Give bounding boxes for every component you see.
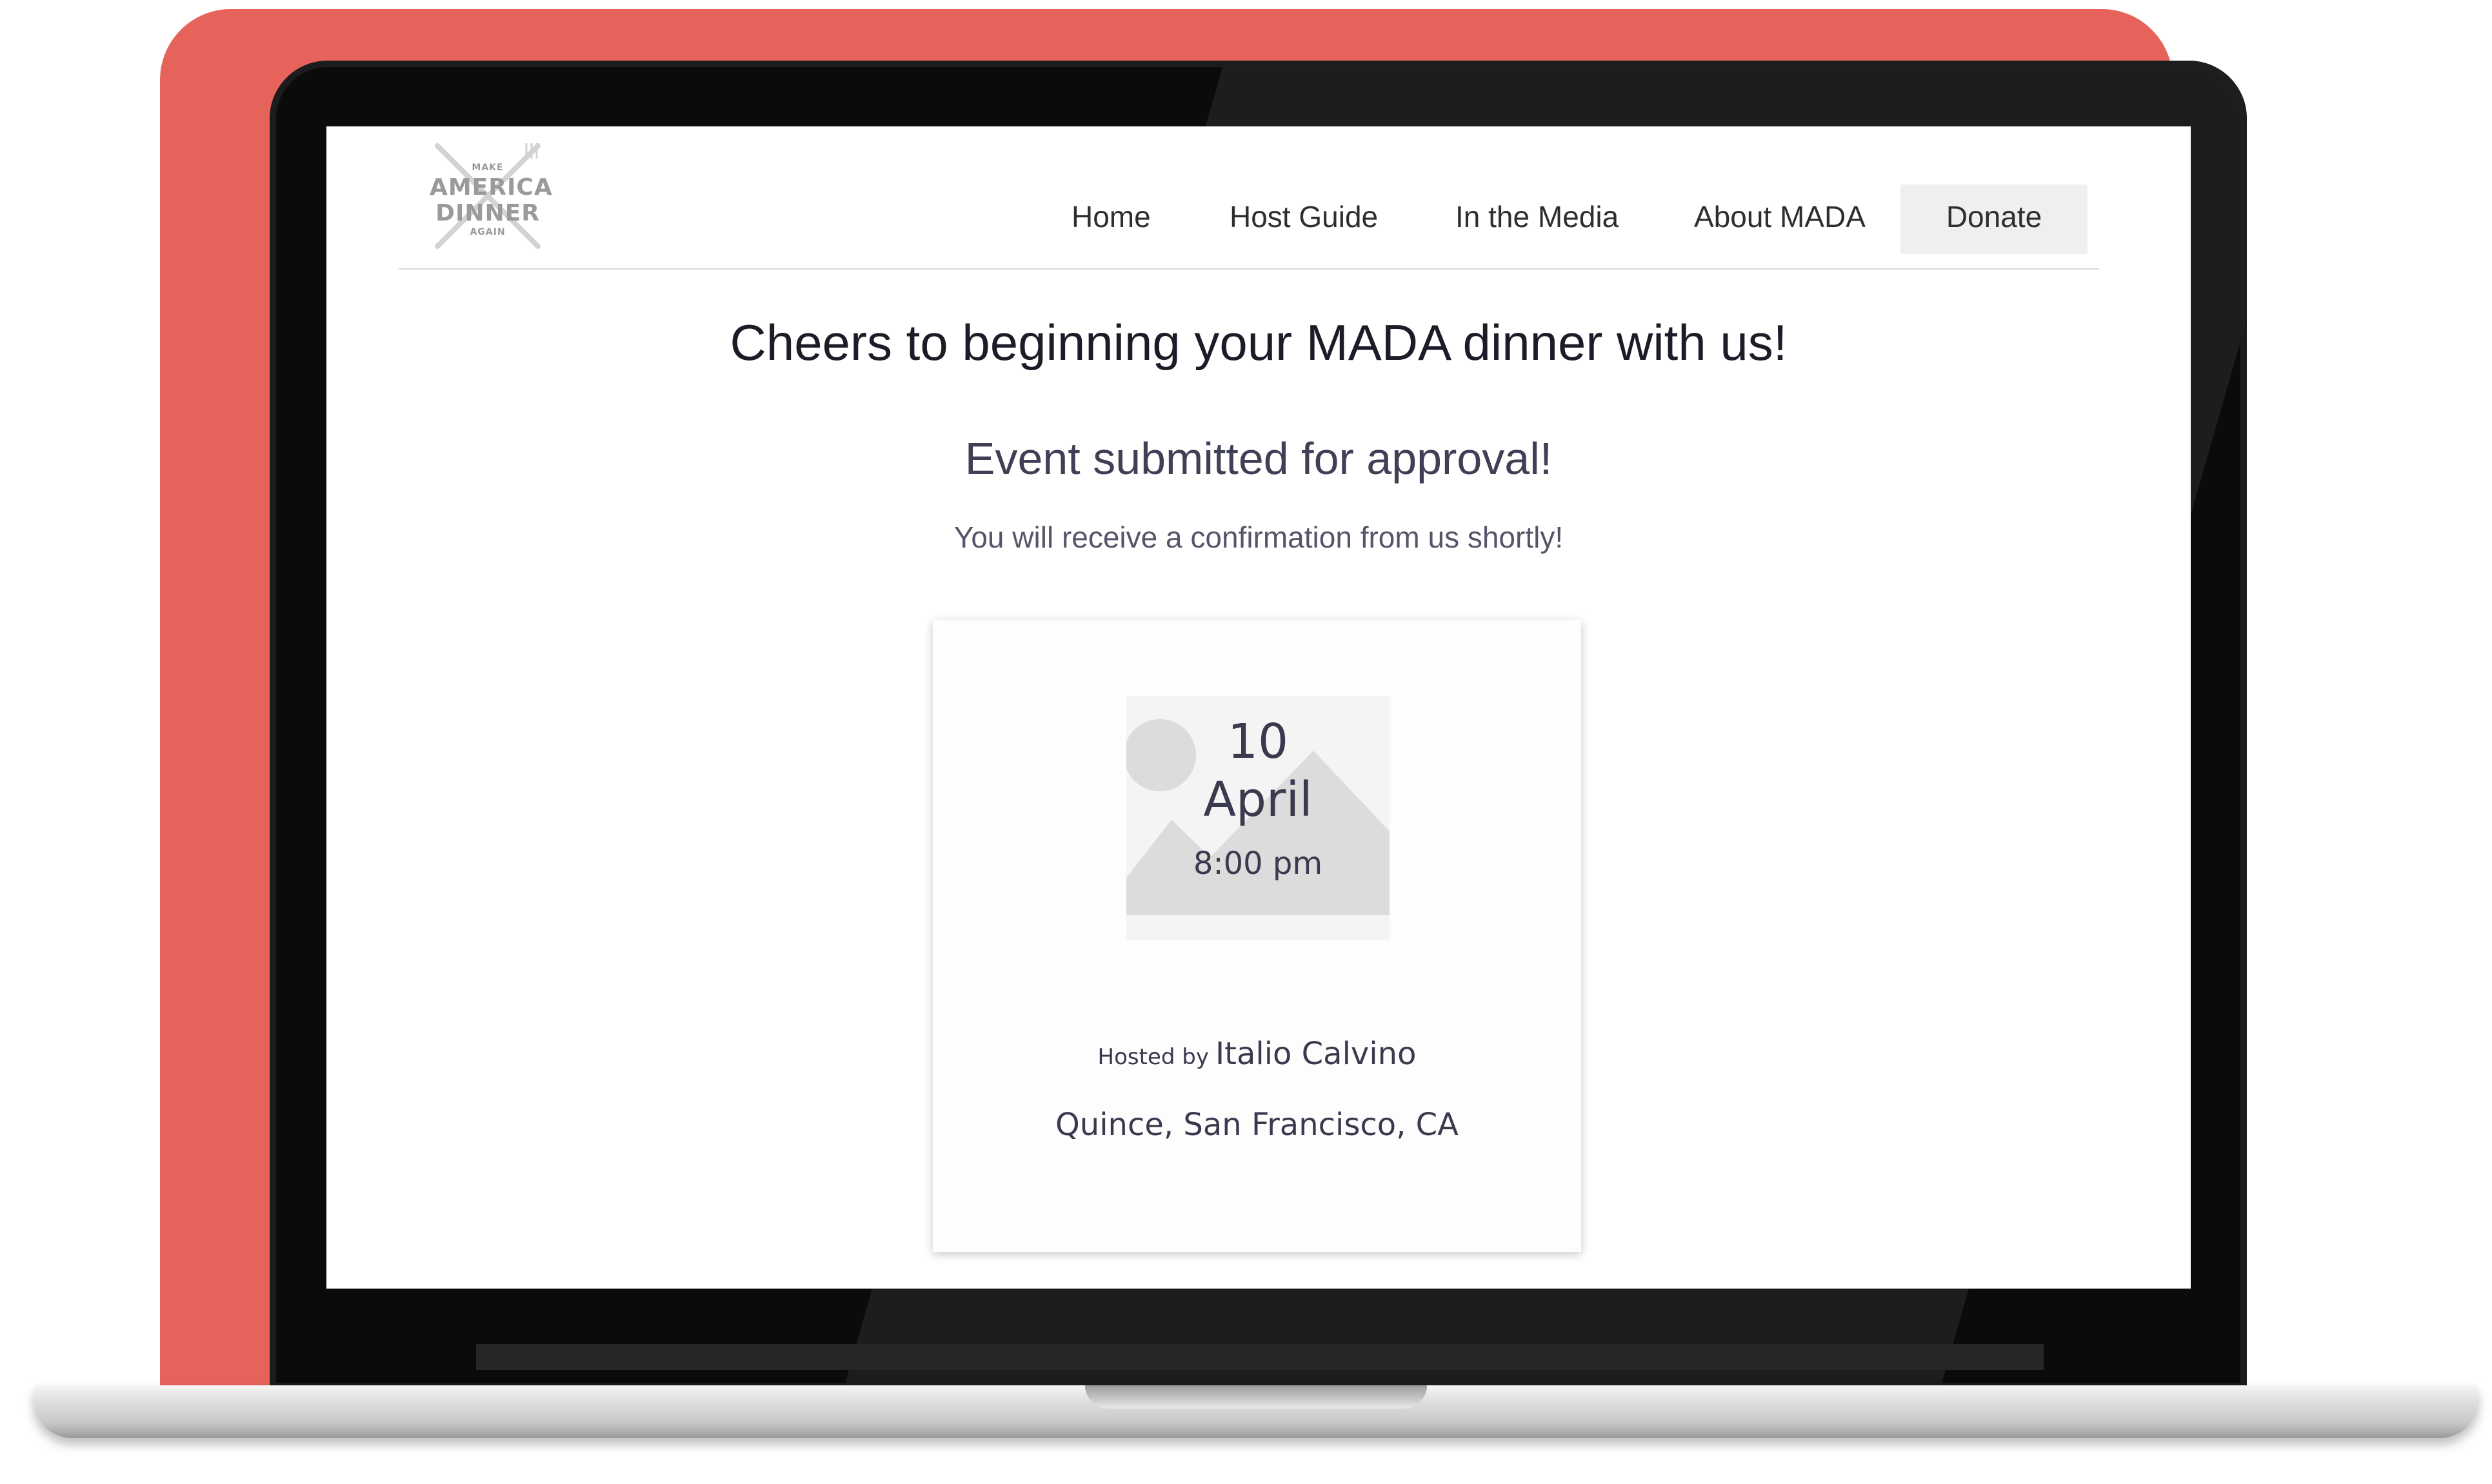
confirmation-note: You will receive a confirmation from us … xyxy=(953,520,1564,554)
event-image: 10 April 8:00 pm xyxy=(1126,696,1390,940)
nav-home[interactable]: Home xyxy=(1072,184,1151,249)
nav-host-guide[interactable]: Host Guide xyxy=(1230,184,1378,249)
donate-button[interactable]: Donate xyxy=(1900,184,2088,254)
host-name: Italio Calvino xyxy=(1215,1036,1417,1072)
nav-about-mada[interactable]: About MADA xyxy=(1694,184,1866,249)
event-host: Hosted by Italio Calvino xyxy=(933,1036,1581,1072)
device-mockup: MAKE AMERICA DINNER AGAIN Home Host Guid… xyxy=(0,0,2492,1484)
hosted-by-label: Hosted by xyxy=(1097,1044,1209,1070)
bezel-bottom-strip xyxy=(476,1344,2044,1370)
nav-in-the-media[interactable]: In the Media xyxy=(1455,184,1619,249)
event-time: 8:00 pm xyxy=(1193,846,1323,882)
header-divider xyxy=(399,268,2099,270)
browser-screen: MAKE AMERICA DINNER AGAIN Home Host Guid… xyxy=(326,126,2191,1289)
event-location: Quince, San Francisco, CA xyxy=(1055,1107,1459,1143)
event-month: April xyxy=(1203,772,1313,827)
event-day: 10 xyxy=(1227,714,1289,769)
event-card[interactable]: 10 April 8:00 pm Hosted by Italio Calvino… xyxy=(933,620,1581,1252)
page-title: Cheers to beginning your MADA dinner wit… xyxy=(730,314,1788,371)
logo-line-make: MAKE xyxy=(472,163,504,173)
laptop-notch xyxy=(1085,1385,1427,1409)
laptop-base xyxy=(34,1385,2478,1438)
status-heading: Event submitted for approval! xyxy=(964,433,1553,484)
